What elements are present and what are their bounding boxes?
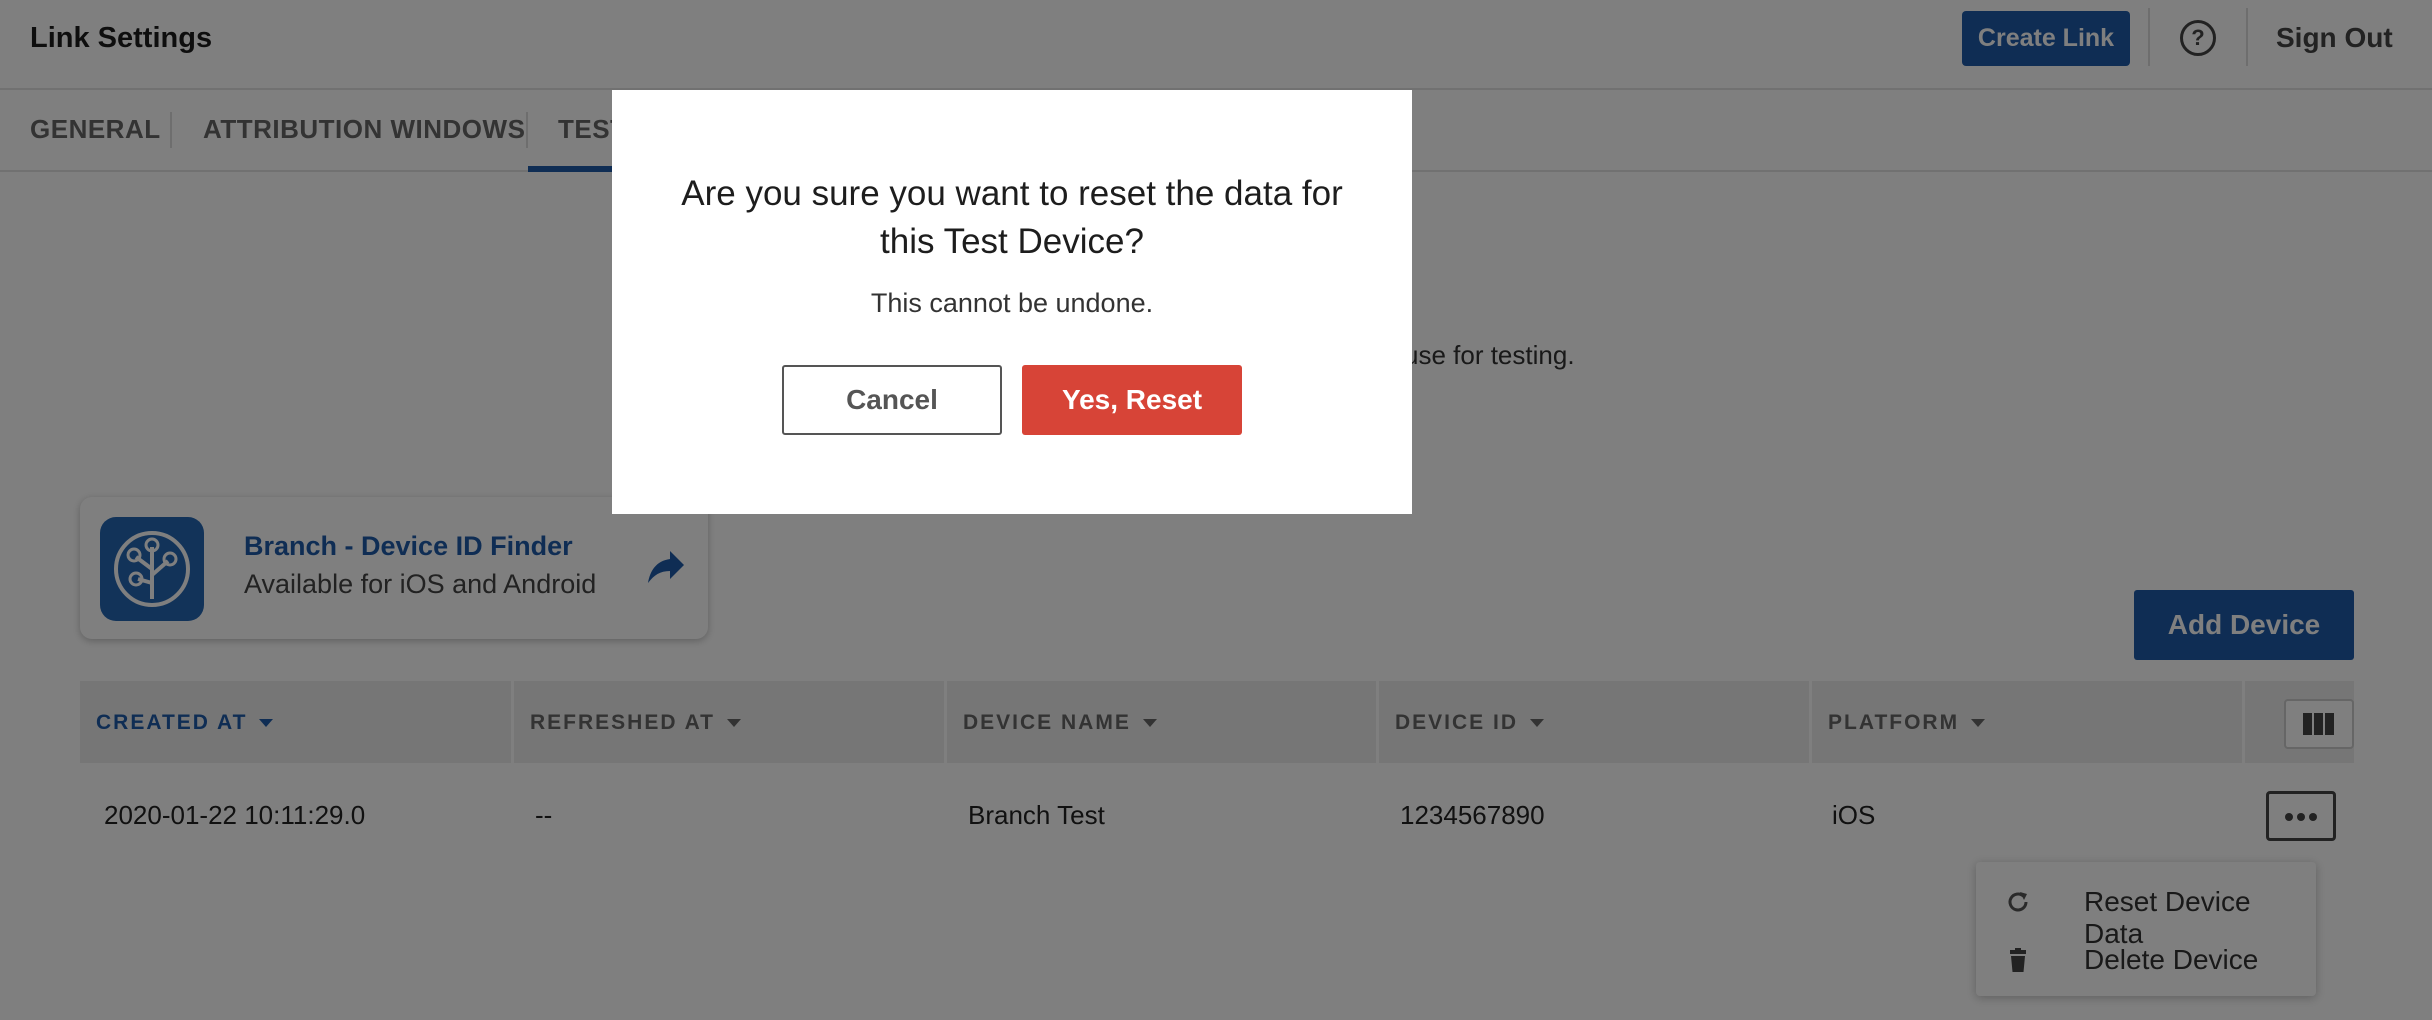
dialog-subtitle: This cannot be undone. (870, 288, 1154, 318)
reset-confirmation-dialog: Are you sure you want to reset the data … (612, 90, 1412, 514)
confirm-reset-button[interactable]: Yes, Reset (1022, 365, 1242, 435)
dialog-title: Are you sure you want to reset the data … (681, 174, 1343, 261)
cancel-button[interactable]: Cancel (782, 365, 1002, 435)
